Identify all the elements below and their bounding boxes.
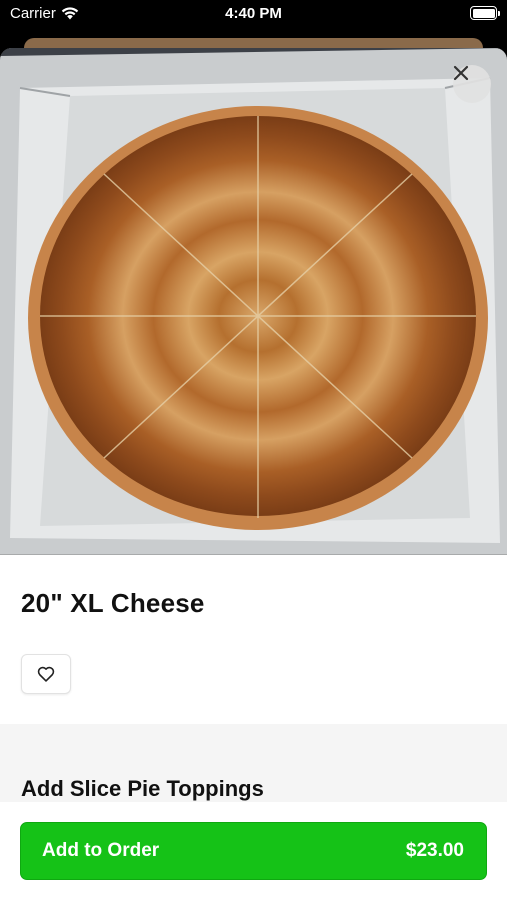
heart-icon (37, 666, 55, 682)
item-detail-sheet: 20" XL Cheese Add Slice Pie Toppings Add… (0, 48, 507, 900)
pizza-photo-icon (0, 48, 507, 555)
section-title: Add Slice Pie Toppings (21, 776, 264, 801)
close-icon (453, 65, 469, 81)
order-price: $23.00 (405, 840, 464, 861)
item-title: 20" XL Cheese (21, 588, 205, 618)
footer-bar: Add to Order $23.00 (0, 802, 507, 900)
favorite-button[interactable] (21, 654, 71, 694)
battery-icon (470, 6, 500, 20)
add-to-order-button[interactable]: Add to Order $23.00 (20, 822, 487, 880)
status-bar: Carrier 4:40 PM (0, 0, 507, 28)
status-time: 4:40 PM (225, 5, 282, 22)
add-to-order-label: Add to Order (42, 840, 160, 861)
item-photo (0, 48, 507, 555)
close-button[interactable] (453, 65, 491, 103)
